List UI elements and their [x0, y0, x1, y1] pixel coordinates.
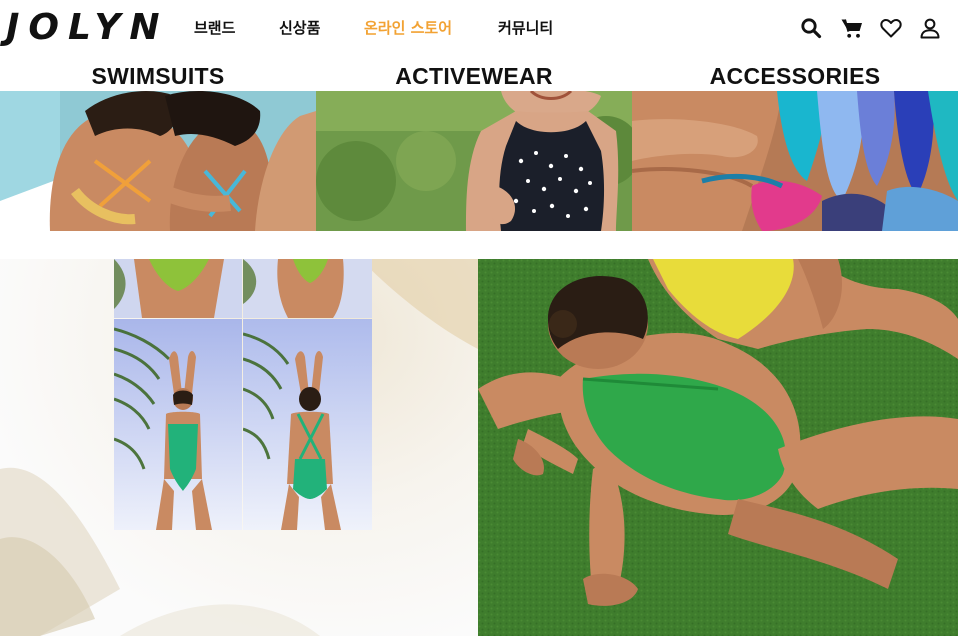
- nav-item-brand[interactable]: 브랜드: [194, 18, 235, 38]
- category-title-swimsuits: SWIMSUITS: [91, 63, 225, 89]
- user-icon[interactable]: [918, 16, 942, 40]
- search-icon[interactable]: [799, 16, 823, 40]
- hero-right-photo[interactable]: [478, 259, 958, 636]
- page: JOLYN 브랜드 신상품 온라인 스토어 커뮤니티 SWIMSUITS ACT…: [0, 0, 958, 636]
- hero-left-collage[interactable]: [0, 259, 478, 636]
- category-activewear[interactable]: ACTIVEWEAR: [316, 60, 632, 231]
- category-swimsuits[interactable]: SWIMSUITS: [0, 60, 316, 231]
- site-header: JOLYN 브랜드 신상품 온라인 스토어 커뮤니티: [0, 0, 958, 58]
- nav-item-new-products[interactable]: 신상품: [279, 18, 320, 38]
- swimsuit-front-photo: [114, 319, 242, 530]
- category-accessories[interactable]: ACCESSORIES: [632, 60, 958, 231]
- category-title-accessories: ACCESSORIES: [709, 63, 881, 89]
- accessories-photo: [632, 91, 958, 231]
- activewear-photo: [316, 91, 632, 231]
- cart-icon[interactable]: [840, 16, 864, 40]
- swimsuit-front-crop-photo: [114, 259, 242, 318]
- swimsuit-back-photo: [243, 319, 372, 530]
- nav-item-community[interactable]: 커뮤니티: [498, 18, 553, 38]
- heart-icon[interactable]: [879, 16, 903, 40]
- category-title-activewear: ACTIVEWEAR: [395, 63, 553, 89]
- category-row: SWIMSUITS ACTIVEWEAR ACCESSORIES: [0, 60, 958, 231]
- swimsuits-photo: [0, 91, 316, 231]
- brand-logo[interactable]: JOLYN: [6, 8, 169, 48]
- swimsuit-back-crop-photo: [243, 259, 372, 318]
- nav-item-online-store[interactable]: 온라인 스토어: [364, 18, 452, 38]
